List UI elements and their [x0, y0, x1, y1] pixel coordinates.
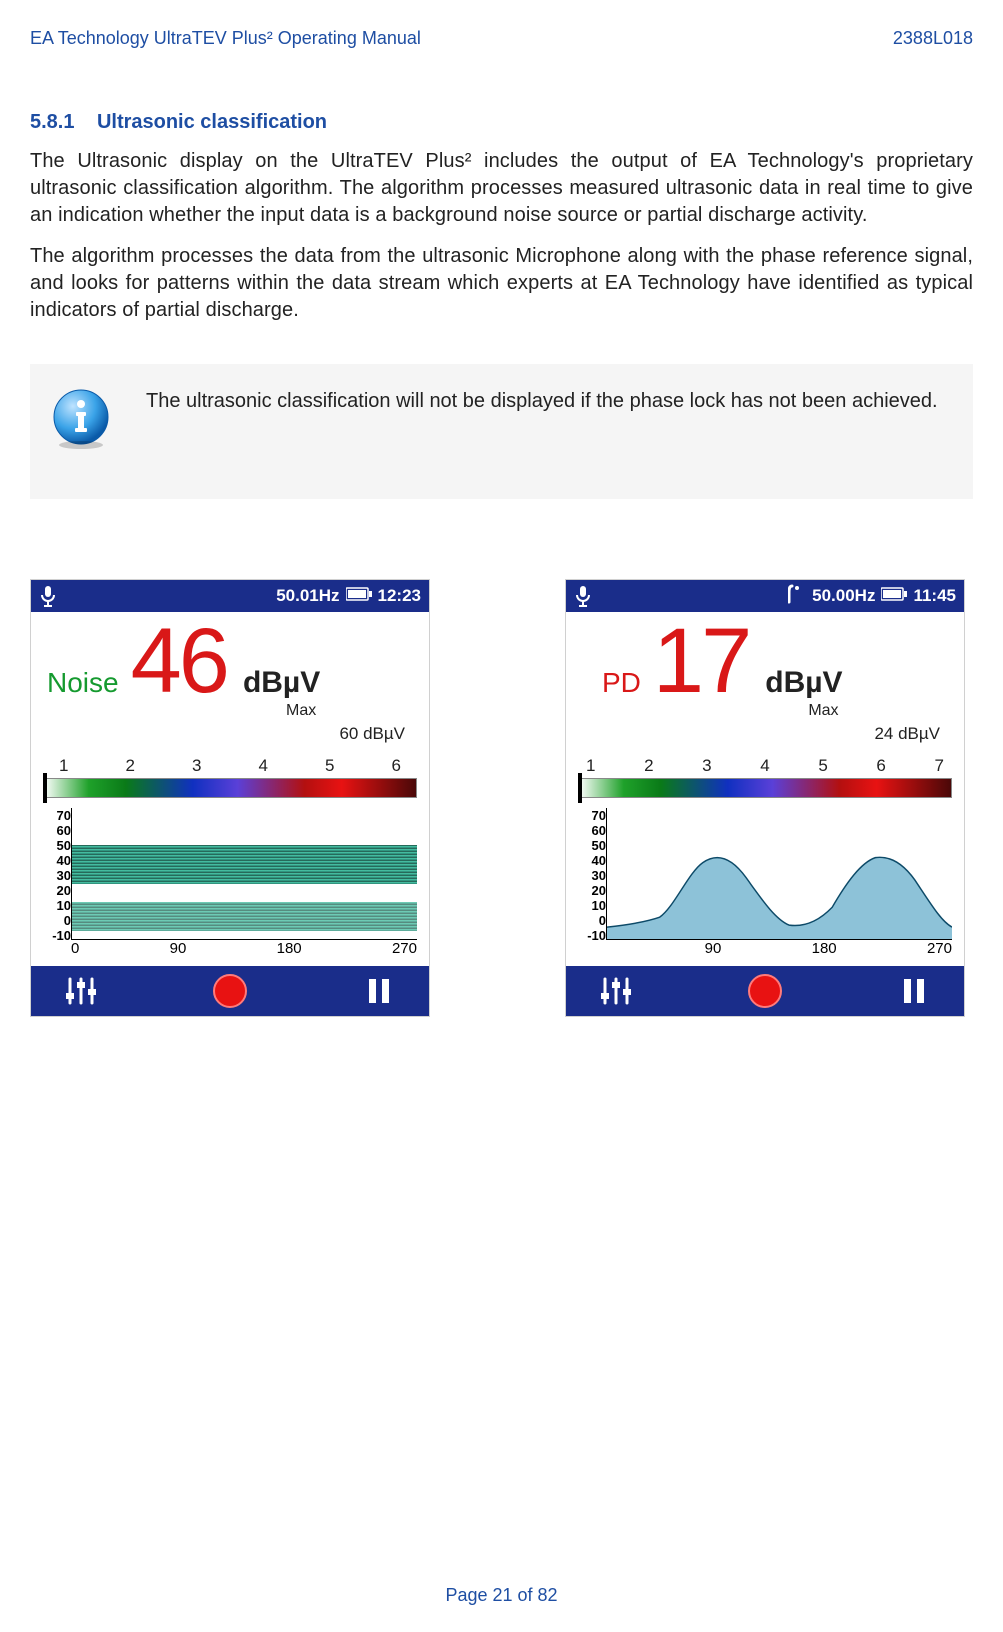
phase-lock-icon: [788, 584, 806, 609]
classification-label: Noise: [47, 667, 119, 699]
reading-unit: dBµV: [765, 666, 842, 700]
reading-value: 17: [653, 620, 749, 703]
max-value-line: 24 dBµV: [566, 720, 964, 750]
device-toolbar: [31, 966, 429, 1016]
reading-unit: dBµV: [243, 666, 320, 700]
severity-scale-numbers: 1 2 3 4 5 6: [31, 750, 429, 778]
header-left: EA Technology UltraTEV Plus² Operating M…: [30, 28, 421, 49]
severity-gradient-bar: [43, 778, 417, 798]
pause-button[interactable]: [892, 973, 936, 1009]
settings-icon[interactable]: [59, 973, 103, 1009]
paragraph-1: The Ultrasonic display on the UltraTEV P…: [30, 148, 973, 229]
status-frequency: 50.01Hz: [276, 586, 339, 606]
reading-value: 46: [131, 620, 227, 703]
section-title: Ultrasonic classification: [97, 111, 327, 133]
status-time: 12:23: [378, 586, 421, 606]
battery-icon: [881, 586, 907, 606]
severity-gradient-bar: [578, 778, 952, 798]
max-value-line: 60 dBµV: [31, 720, 429, 750]
device-toolbar: [566, 966, 964, 1016]
record-button[interactable]: [743, 973, 787, 1009]
plot-y-axis: 70 60 50 40 30 20 10 0 -10: [578, 808, 606, 940]
info-note-box: The ultrasonic classification will not b…: [30, 364, 973, 499]
battery-icon: [346, 586, 372, 606]
info-note-text: The ultrasonic classification will not b…: [146, 388, 938, 415]
max-label: Max: [808, 702, 838, 720]
phase-plot: 70 60 50 40 30 20 10 0 -10: [578, 808, 952, 958]
phase-plot: 70 60 50 40 30 20 10 0 -10 0 90: [43, 808, 417, 958]
plot-x-axis: 0 90 180 270: [606, 940, 952, 958]
status-bar: 50.00Hz 11:45: [566, 580, 964, 612]
max-label: Max: [286, 702, 316, 720]
classification-label: PD: [602, 667, 641, 699]
section-heading: 5.8.1 Ultrasonic classification: [30, 111, 973, 134]
microphone-icon: [39, 585, 57, 607]
status-time: 11:45: [913, 586, 956, 606]
severity-scale-numbers: 1 2 3 4 5 6 7: [566, 750, 964, 778]
info-icon: [50, 388, 112, 455]
plot-y-axis: 70 60 50 40 30 20 10 0 -10: [43, 808, 71, 940]
microphone-icon: [574, 585, 592, 607]
pause-button[interactable]: [357, 973, 401, 1009]
section-number: 5.8.1: [30, 111, 74, 133]
paragraph-2: The algorithm processes the data from th…: [30, 243, 973, 324]
settings-icon[interactable]: [594, 973, 638, 1009]
status-bar: 50.01Hz 12:23: [31, 580, 429, 612]
device-screenshot-noise: 50.01Hz 12:23 Noise 46 dBµV Max 60 dBµV …: [30, 579, 430, 1017]
plot-x-axis: 0 90 180 270: [71, 940, 417, 958]
header-right: 2388L018: [893, 28, 973, 49]
record-button[interactable]: [208, 973, 252, 1009]
device-screenshot-pd: 50.00Hz 11:45 PD 17 dBµV Max 24 dBµV 1 2: [565, 579, 965, 1017]
page-footer: Page 21 of 82: [0, 1585, 1003, 1606]
status-frequency: 50.00Hz: [812, 586, 875, 606]
